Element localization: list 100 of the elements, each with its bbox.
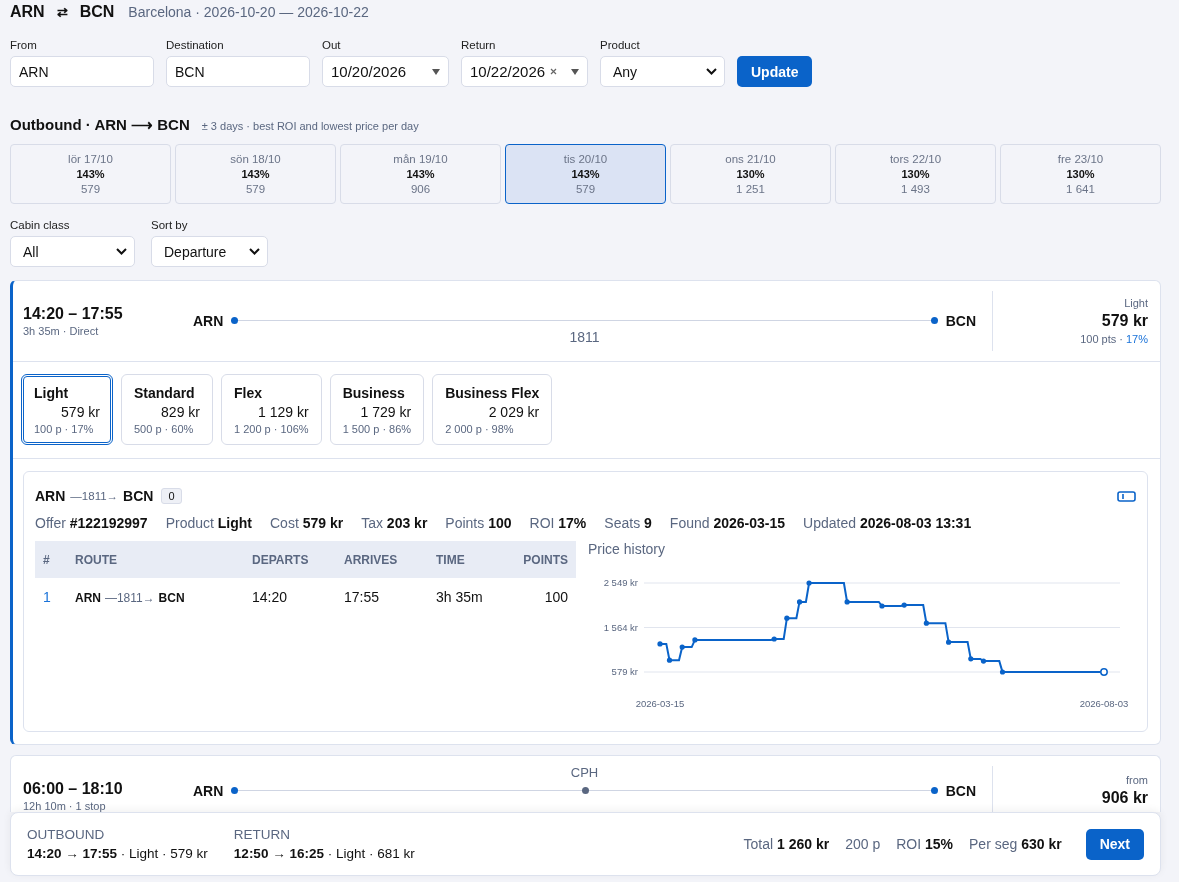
data-point [923,620,929,626]
fare-option[interactable]: Light 579 kr 100 p · 17% [21,374,113,445]
route-dot [231,787,239,794]
leg-label: OUTBOUND [27,827,106,842]
card-icon[interactable] [1117,490,1136,502]
airport-code: BCN [158,591,185,605]
day-tab[interactable]: fre 23/10 130% 1 641 [1000,144,1161,204]
airport-code: BCN [123,488,154,504]
fare-option[interactable]: Flex 1 129 kr 1 200 p · 106% [221,374,322,445]
select-field[interactable]: Any [600,56,725,87]
meta-item: Offer #122192997 [35,515,148,531]
count-badge: 0 [161,488,182,504]
data-point [771,636,777,642]
data-point [980,658,987,664]
flight-number: 1811 [569,329,600,345]
data-point [666,657,673,663]
field-label: Out [322,39,342,51]
route-dot [930,317,938,324]
chevron-icon [706,68,717,75]
column-header: ROUTE [74,541,251,578]
update-button[interactable]: Update [737,56,813,87]
data-point [968,656,974,662]
x-tick-label: 2026-03-15 [635,698,685,709]
flight-summary: 12h 10m · 1 stop [23,800,107,812]
data-point [999,669,1006,675]
flight-price: 579 kr [1101,312,1148,330]
caret-icon [432,68,440,75]
leg-summary: 14:20 → 17:55 · Light · 579 kr [27,846,208,861]
flight-summary: 3h 35m · Direct [23,325,100,337]
field-label: Product [600,39,641,51]
day-tab[interactable]: lör 17/10 143% 579 [10,144,171,204]
input-field[interactable]: BCN [166,56,310,87]
meta-item: ROI 17% [529,515,587,531]
field-label: Return [461,39,497,51]
route-dot [930,787,938,794]
chart-title: Price history [588,541,667,557]
total-item: Per seg 630 kr [969,836,1062,852]
fare-option[interactable]: Standard 829 kr 500 p · 60% [121,374,213,445]
destination-code: BCN [79,3,115,21]
column-header: # [35,541,74,578]
data-point [946,639,952,645]
input-field[interactable]: ARN [10,56,154,87]
table-cell: 17:55 [343,578,435,616]
column-header: ARRIVES [343,541,435,578]
day-tab[interactable]: sön 18/10 143% 579 [175,144,336,204]
meta-item: Found 2026-03-15 [669,515,786,531]
table-cell: 1 [35,578,74,616]
chevron-icon [249,248,260,255]
airport-code: ARN [193,783,224,799]
filter-label: Sort by [151,219,189,231]
fare-label: from [1126,774,1148,786]
data-point [879,603,885,609]
table-cell: 3h 35m [435,578,507,616]
select-field[interactable]: All [10,236,135,267]
filter-label: Cabin class [10,219,71,231]
flight-times: 06:00 – 18:10 [23,780,124,798]
meta-item: Product Light [165,515,252,531]
column-header: POINTS [507,541,576,578]
data-point [844,599,850,605]
meta-item: Cost 579 kr [270,515,344,531]
total-item: ROI 15% [896,836,953,852]
day-tab[interactable]: tors 22/10 130% 1 493 [835,144,996,204]
fare-label: Light [1124,297,1148,309]
meta-item: Tax 203 kr [361,515,428,531]
total-item: 200 p [845,836,881,852]
fare-option[interactable]: Business 1 729 kr 1 500 p · 86% [329,374,425,445]
select-field[interactable]: Departure [151,236,268,267]
flight-number: —1811→ [70,490,119,502]
flight-times: 14:20 – 17:55 [23,305,124,323]
data-point [692,637,698,643]
column-header: DEPARTS [251,541,343,578]
day-tab[interactable]: ons 21/10 130% 1 251 [670,144,831,204]
day-tab[interactable]: tis 20/10 143% 579 [505,144,666,204]
day-tab[interactable]: mån 19/10 143% 906 [340,144,501,204]
route-dot [231,317,239,324]
roi-text: 17% [1125,333,1148,345]
data-point [796,599,803,605]
table-cell: 100 [507,578,576,616]
section-note: ± 3 days · best ROI and lowest price per day [201,120,419,132]
column-header: TIME [435,541,507,578]
stop-dot [581,787,589,794]
meta-item: Updated 2026-08-03 13:31 [803,515,972,531]
next-button[interactable]: Next [1085,828,1144,860]
date-field[interactable]: 10/22/2026 [461,56,588,87]
leg-label: RETURN [233,827,292,842]
data-point [657,641,663,647]
fare-option[interactable]: Business Flex 2 029 kr 2 000 p · 98% [432,374,553,445]
field-label: From [10,39,38,51]
flight-number: —1811→ [104,591,155,605]
meta-item: Points 100 [445,515,512,531]
data-point [784,615,790,621]
y-tick-label: 1 564 kr [603,621,638,633]
total-item: Total 1 260 kr [743,836,830,852]
airport-code: BCN [945,783,976,799]
swap-symbol: ⇄ [56,5,68,20]
airport-code: ARN [193,313,224,329]
date-field[interactable]: 10/20/2026 [322,56,449,87]
clear-icon[interactable] [550,68,557,75]
y-tick-label: 2 549 kr [603,577,638,588]
section-title: Outbound · ARN ⟶ BCN [10,116,190,134]
